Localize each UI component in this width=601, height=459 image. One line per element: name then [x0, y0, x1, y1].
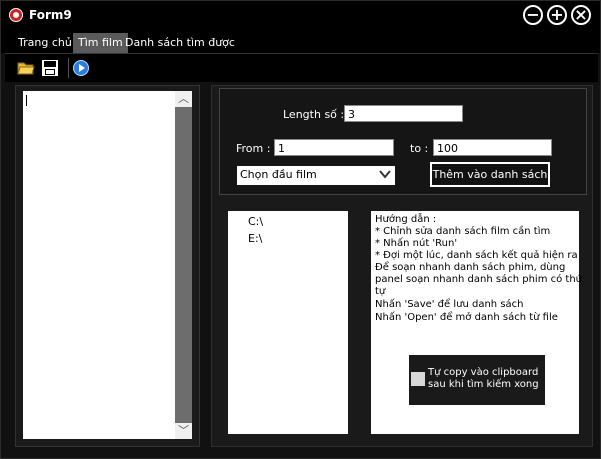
chevron-down-icon — [379, 170, 391, 179]
from-input[interactable]: 1 — [274, 139, 394, 156]
drive-list[interactable]: C:\ E:\ — [228, 211, 348, 434]
drive-item[interactable]: C:\ — [248, 215, 263, 228]
film-list-scrollbar[interactable]: ︿ ﹀ — [175, 91, 192, 439]
tab-danh-sach-tim-duoc[interactable]: Danh sách tìm được — [120, 33, 240, 53]
scroll-up-icon[interactable]: ︿ — [175, 91, 192, 107]
length-input[interactable]: 3 — [344, 105, 463, 122]
play-icon — [73, 60, 89, 76]
toolbar-separator — [68, 58, 69, 78]
minus-icon: − — [526, 5, 540, 24]
help-line: tự — [375, 286, 386, 297]
help-line: * Đợi một lúc, danh sách kết quả hiện ra — [375, 250, 578, 261]
prefix-select-value: Chọn đầu film — [240, 168, 317, 181]
help-line: Để soạn nhanh danh sách phim, dùng — [375, 262, 566, 273]
clipboard-checkbox[interactable] — [411, 372, 425, 386]
title-bar: Form9 − + × — [1, 1, 600, 31]
close-button[interactable]: × — [571, 5, 591, 25]
to-input[interactable]: 100 — [433, 139, 552, 156]
tab-trang-chu[interactable]: Trang chủ — [13, 33, 77, 53]
run-button[interactable] — [72, 59, 90, 77]
folder-open-icon — [17, 62, 35, 75]
floppy-disk-icon — [42, 60, 58, 76]
scroll-down-icon[interactable]: ﹀ — [175, 423, 192, 439]
help-line: * Nhấn nút 'Run' — [375, 238, 458, 249]
clipboard-option[interactable]: Tự copy vào clipboard sau khi tìm kiếm x… — [409, 355, 545, 405]
film-list-textbox[interactable] — [23, 91, 175, 439]
from-label: From : — [236, 142, 271, 155]
main-window: Form9 − + × Trang chủ Tìm film Danh sách… — [0, 0, 601, 459]
open-button[interactable] — [17, 59, 35, 77]
text-caret — [26, 95, 27, 106]
help-line: Nhấn 'Save' để lưu danh sách — [375, 299, 524, 310]
clipboard-option-label: Tự copy vào clipboard sau khi tìm kiếm x… — [428, 367, 539, 390]
help-line: * Chỉnh sửa danh sách film cần tìm — [375, 226, 551, 237]
minimize-button[interactable]: − — [523, 5, 543, 25]
to-label: to : — [410, 142, 429, 155]
toolbar — [5, 53, 598, 82]
help-line: panel soạn nhanh danh sách phim có thứ — [375, 274, 583, 285]
window-title: Form9 — [29, 8, 72, 22]
tab-strip: Trang chủ Tìm film Danh sách tìm được — [1, 31, 600, 53]
app-icon — [9, 8, 23, 22]
length-label: Length số : — [283, 108, 345, 121]
drive-item[interactable]: E:\ — [248, 232, 262, 245]
add-to-list-button[interactable]: Thêm vào danh sách — [430, 162, 550, 187]
help-line: Hướng dẫn : — [375, 214, 437, 225]
prefix-select[interactable]: Chọn đầu film — [237, 166, 395, 185]
plus-icon: + — [550, 5, 564, 24]
save-button[interactable] — [41, 59, 59, 77]
close-icon: × — [574, 5, 588, 24]
help-line: Nhấn 'Open' để mở danh sách từ file — [375, 312, 558, 323]
maximize-button[interactable]: + — [547, 5, 567, 25]
